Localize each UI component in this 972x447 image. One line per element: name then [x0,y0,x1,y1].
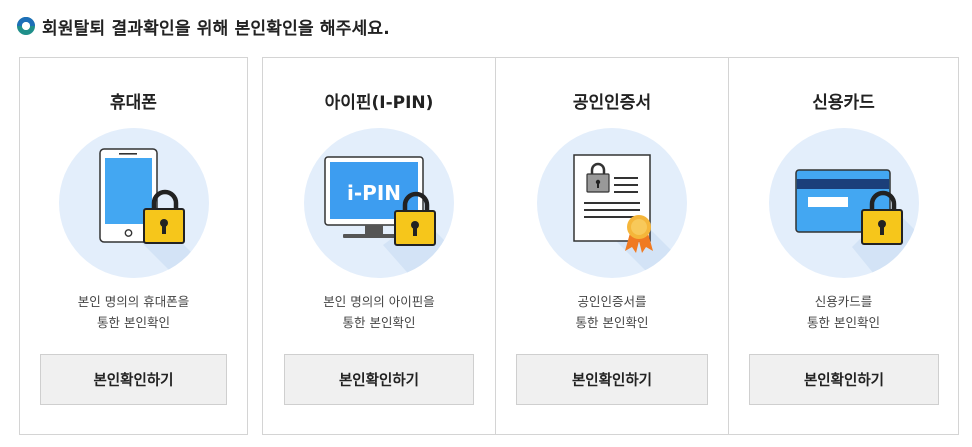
card-title: 공인인증서 [572,93,652,113]
verify-creditcard-button[interactable]: 본인확인하기 [749,354,939,405]
certificate-lock-icon [537,128,687,278]
card-description: 본인 명의의 휴대폰을 통한 본인확인 [77,294,190,330]
page-title: 회원탈퇴 결과확인을 위해 본인확인을 해주세요. [42,18,390,39]
verify-mobile-button[interactable]: 본인확인하기 [40,354,227,405]
card-title: 신용카드 [812,93,875,113]
card-description: 신용카드를 통한 본인확인 [807,294,880,330]
card-title: 아이핀(I-PIN) [324,93,434,113]
card-description: 본인 명의의 아이핀을 통한 본인확인 [323,294,435,330]
verify-ipin-button[interactable]: 본인확인하기 [284,354,474,405]
method-box-group: 아이핀(I-PIN) i-PIN 본인 명의의 아이핀을 통한 본인확인 본인확… [262,57,959,435]
method-card-creditcard: 신용카드 신용카드를 통한 본인확인 본인확인하기 [728,58,958,434]
bullet-icon [17,17,35,35]
page-header: 회원탈퇴 결과확인을 위해 본인확인을 해주세요. [17,14,390,39]
card-title: 휴대폰 [110,93,157,113]
method-box-mobile: 휴대폰 본인 명의의 휴대폰을 통한 본인확인 본인확인하기 [19,57,248,435]
method-card-ipin: 아이핀(I-PIN) i-PIN 본인 명의의 아이핀을 통한 본인확인 본인확… [263,58,495,434]
method-card-mobile: 휴대폰 본인 명의의 휴대폰을 통한 본인확인 본인확인하기 [20,58,247,434]
credit-card-lock-icon [769,128,919,278]
ipin-monitor-lock-icon: i-PIN [304,128,454,278]
svg-text:i-PIN: i-PIN [347,181,401,205]
mobile-phone-lock-icon [59,128,209,278]
card-description: 공인인증서를 통한 본인확인 [575,294,649,330]
verify-certificate-button[interactable]: 본인확인하기 [516,354,708,405]
method-card-certificate: 공인인증서 공인인증서를 통한 본인확인 본인확인하기 [495,58,728,434]
